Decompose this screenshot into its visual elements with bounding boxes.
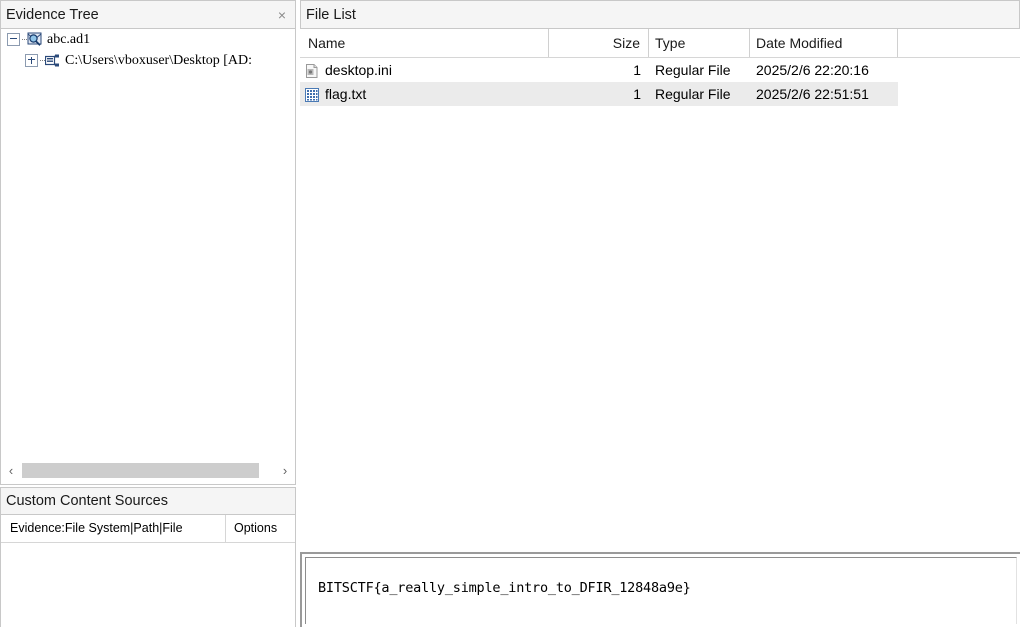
custom-content-sources-panel-header: Custom Content Sources bbox=[0, 487, 296, 515]
scroll-track[interactable] bbox=[22, 463, 274, 478]
custom-content-sources-body[interactable]: Evidence:File System|Path|File Options bbox=[0, 515, 296, 627]
column-header-size[interactable]: Size bbox=[549, 29, 649, 57]
tree-node-label: abc.ad1 bbox=[47, 32, 90, 48]
file-type-cell: Regular File bbox=[649, 82, 750, 106]
file-list-body[interactable]: Name Size Type Date Modified desktop.ini… bbox=[300, 29, 1020, 550]
evidence-tree-horizontal-scrollbar[interactable]: ‹ › bbox=[0, 456, 296, 485]
table-row[interactable]: flag.txt 1 Regular File 2025/2/6 22:51:5… bbox=[300, 82, 898, 106]
column-header-evidence-path-file[interactable]: Evidence:File System|Path|File bbox=[1, 515, 226, 542]
column-header-name[interactable]: Name bbox=[300, 29, 549, 57]
file-list-panel-header: File List bbox=[300, 0, 1020, 29]
drive-folder-icon bbox=[45, 54, 60, 68]
evidence-tree-title: Evidence Tree bbox=[6, 7, 99, 23]
scroll-thumb[interactable] bbox=[22, 463, 259, 478]
column-header-options[interactable]: Options bbox=[226, 515, 277, 542]
scroll-right-icon[interactable]: › bbox=[275, 464, 295, 477]
file-name-text: flag.txt bbox=[325, 82, 366, 106]
panel-divider bbox=[296, 0, 300, 627]
expand-plus-icon[interactable] bbox=[25, 54, 38, 67]
file-name-cell: desktop.ini bbox=[300, 58, 549, 82]
file-list-column-header: Name Size Type Date Modified bbox=[300, 29, 1020, 58]
content-viewer-inner[interactable]: BITSCTF{a_really_simple_intro_to_DFIR_12… bbox=[305, 557, 1017, 624]
ini-file-icon bbox=[304, 62, 320, 78]
evidence-tree-body[interactable]: abc.ad1 C:\Users\vboxuser\Desktop [AD: bbox=[0, 29, 296, 456]
tree-node-desktop-path[interactable]: C:\Users\vboxuser\Desktop [AD: bbox=[1, 50, 295, 71]
close-icon[interactable]: × bbox=[278, 8, 286, 22]
file-list-title: File List bbox=[306, 7, 356, 23]
file-name-cell: flag.txt bbox=[300, 82, 549, 106]
hex-file-icon bbox=[304, 86, 320, 102]
file-date-modified-cell: 2025/2/6 22:51:51 bbox=[750, 82, 898, 106]
file-type-cell: Regular File bbox=[649, 58, 750, 82]
file-date-modified-cell: 2025/2/6 22:20:16 bbox=[750, 58, 898, 82]
custom-content-sources-title: Custom Content Sources bbox=[6, 493, 168, 509]
evidence-tree-panel-header: Evidence Tree × bbox=[0, 0, 296, 29]
column-header-blank[interactable] bbox=[898, 29, 1020, 57]
file-content-text: BITSCTF{a_really_simple_intro_to_DFIR_12… bbox=[318, 580, 691, 596]
tree-node-evidence-image[interactable]: abc.ad1 bbox=[1, 29, 295, 50]
file-size-cell: 1 bbox=[549, 82, 649, 106]
file-name-text: desktop.ini bbox=[325, 58, 392, 82]
collapse-minus-icon[interactable] bbox=[7, 33, 20, 46]
evidence-image-icon bbox=[27, 32, 43, 47]
table-row[interactable]: desktop.ini 1 Regular File 2025/2/6 22:2… bbox=[300, 58, 1020, 82]
scroll-left-icon[interactable]: ‹ bbox=[1, 464, 21, 477]
column-header-date-modified[interactable]: Date Modified bbox=[750, 29, 898, 57]
custom-content-sources-column-header: Evidence:File System|Path|File Options bbox=[1, 515, 295, 543]
column-header-type[interactable]: Type bbox=[649, 29, 750, 57]
custom-content-sources-rows[interactable] bbox=[1, 543, 295, 627]
tree-node-label: C:\Users\vboxuser\Desktop [AD: bbox=[65, 53, 252, 69]
content-viewer-panel[interactable]: BITSCTF{a_really_simple_intro_to_DFIR_12… bbox=[300, 552, 1020, 627]
file-size-cell: 1 bbox=[549, 58, 649, 82]
